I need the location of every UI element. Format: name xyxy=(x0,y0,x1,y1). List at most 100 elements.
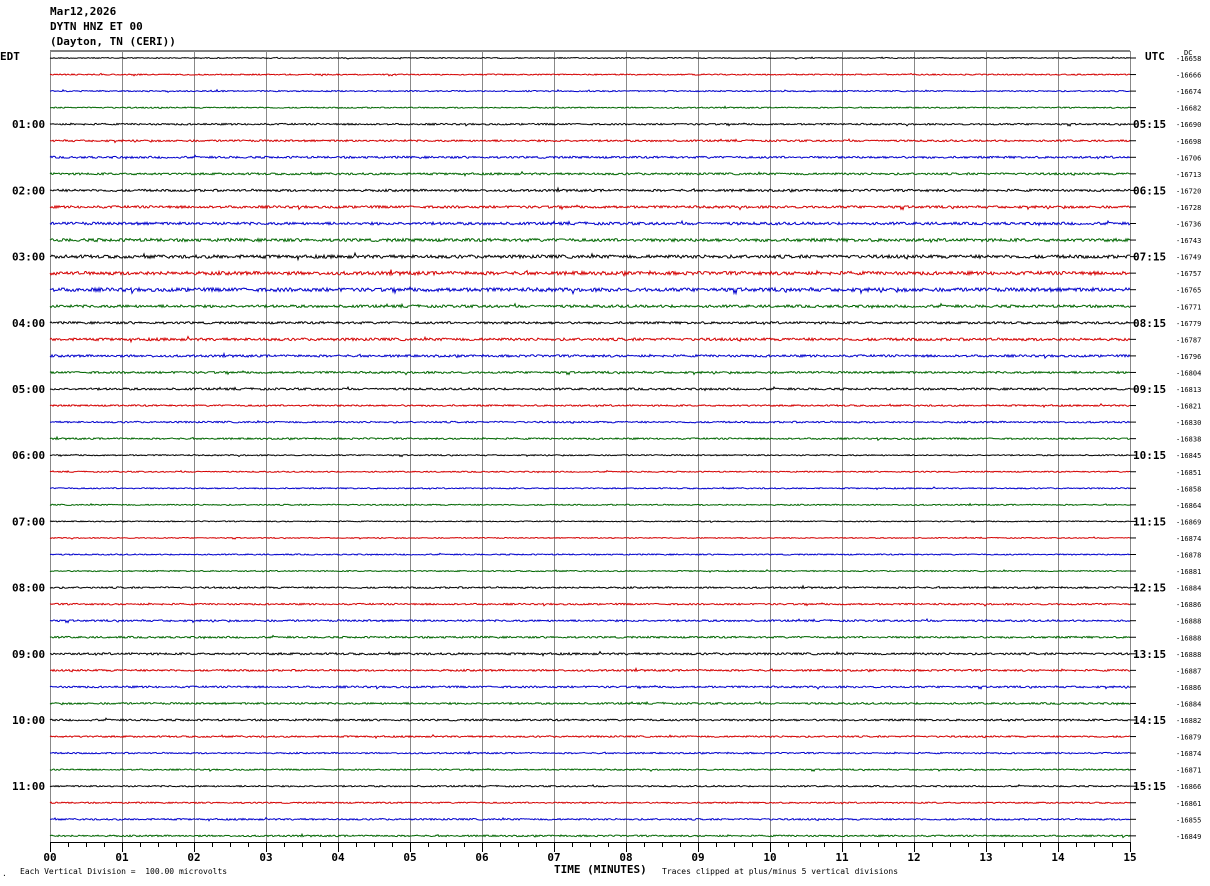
trace-dc-label: -16674 xyxy=(1176,88,1201,96)
trace-dc-label: -16813 xyxy=(1176,386,1201,394)
trace-dc-label: -16706 xyxy=(1176,154,1201,162)
trace-dc-label: -16878 xyxy=(1176,552,1201,560)
trace-dc-label: -16888 xyxy=(1176,618,1201,626)
trace-dc-label: -16787 xyxy=(1176,336,1201,344)
seismic-trace xyxy=(49,520,1131,524)
utc-hour-label: 09:15 xyxy=(1133,383,1166,396)
trace-dc-label: -16658 xyxy=(1176,55,1201,63)
trace-dc-label: -16821 xyxy=(1176,403,1201,411)
edt-hour-label: 05:00 xyxy=(12,383,45,396)
trace-dc-label: -16855 xyxy=(1176,816,1201,824)
seismic-trace xyxy=(49,370,1131,376)
trace-dc-label: -16882 xyxy=(1176,717,1201,725)
seismic-trace xyxy=(49,602,1131,607)
seismic-trace xyxy=(49,285,1131,296)
utc-hour-label: 07:15 xyxy=(1133,251,1166,264)
trace-dc-label: -16682 xyxy=(1176,105,1201,113)
trace-dc-label: -16845 xyxy=(1176,452,1201,460)
seismic-trace xyxy=(50,486,1131,491)
seismic-trace xyxy=(49,154,1131,160)
utc-hour-label: 12:15 xyxy=(1133,582,1166,595)
seismic-trace xyxy=(49,552,1131,557)
seismic-trace xyxy=(49,319,1131,326)
x-tick-label: 04 xyxy=(331,851,345,864)
trace-dc-label: -16796 xyxy=(1176,353,1201,361)
trace-dc-label: -16698 xyxy=(1176,138,1201,146)
edt-hour-label: 10:00 xyxy=(12,714,45,727)
trace-dc-label: -16757 xyxy=(1176,270,1201,278)
clip-note: Traces clipped at plus/minus 5 vertical … xyxy=(662,867,899,876)
trace-dc-label: -16887 xyxy=(1176,667,1201,675)
seismic-trace xyxy=(49,170,1131,177)
edt-hour-label: 01:00 xyxy=(12,118,45,131)
seismic-trace xyxy=(49,269,1131,278)
seismic-trace xyxy=(49,419,1131,424)
trace-dc-label: -16864 xyxy=(1176,502,1201,510)
trace-dc-label: -16728 xyxy=(1176,204,1201,212)
trace-dc-label: -16779 xyxy=(1176,320,1201,328)
seismic-trace xyxy=(49,351,1131,360)
utc-hour-label: 15:15 xyxy=(1133,780,1166,793)
seismic-trace xyxy=(49,385,1131,392)
trace-dc-label: -16866 xyxy=(1176,783,1201,791)
edt-hour-label: 02:00 xyxy=(12,184,45,197)
x-tick-label: 15 xyxy=(1123,851,1136,864)
trace-dc-label: -16858 xyxy=(1176,485,1201,493)
trace-dc-label: -16879 xyxy=(1176,734,1201,742)
trace-dc-label: -16886 xyxy=(1176,601,1201,609)
seismic-trace xyxy=(49,72,1131,77)
seismic-trace xyxy=(49,453,1131,458)
trace-dc-label: -16888 xyxy=(1176,651,1201,659)
utc-hour-label: 08:15 xyxy=(1133,317,1166,330)
trace-dc-label: -16886 xyxy=(1176,684,1201,692)
x-tick-label: 11 xyxy=(835,851,849,864)
trace-dc-label: -16771 xyxy=(1176,303,1201,311)
edt-hour-label: 11:00 xyxy=(12,780,45,793)
utc-hour-label: 14:15 xyxy=(1133,714,1166,727)
seismic-trace xyxy=(49,237,1131,244)
trace-dc-label: -16881 xyxy=(1176,568,1201,576)
x-tick-label: 10 xyxy=(763,851,776,864)
edt-hour-label: 06:00 xyxy=(12,449,45,462)
x-axis-title: TIME (MINUTES) xyxy=(554,863,647,876)
x-tick-label: 13 xyxy=(979,851,992,864)
seismic-trace xyxy=(49,650,1131,657)
seismic-trace xyxy=(49,402,1131,409)
seismic-trace xyxy=(49,302,1131,310)
seismic-trace xyxy=(49,768,1131,772)
trace-dc-label: -16869 xyxy=(1176,518,1201,526)
seismic-trace xyxy=(49,204,1131,211)
trace-dc-label: -16830 xyxy=(1176,419,1201,427)
seismic-trace xyxy=(49,832,1131,839)
x-tick-label: 00 xyxy=(43,851,56,864)
x-tick-label: 06 xyxy=(475,851,489,864)
x-tick-label: 12 xyxy=(907,851,920,864)
trace-dc-label: -16888 xyxy=(1176,634,1201,642)
seismic-trace xyxy=(49,88,1131,94)
seismic-trace xyxy=(49,801,1131,805)
trace-dc-label: -16720 xyxy=(1176,187,1201,195)
utc-hour-label: 06:15 xyxy=(1133,184,1166,197)
seismic-trace xyxy=(50,105,1131,110)
scale-note: Each Vertical Division = 100.00 microvol… xyxy=(20,867,228,876)
seismic-trace xyxy=(49,138,1131,144)
trace-dc-label: -16849 xyxy=(1176,833,1201,841)
x-tick-label: 05 xyxy=(403,851,416,864)
trace-dc-label: -16736 xyxy=(1176,221,1201,229)
utc-hour-label: 05:15 xyxy=(1133,118,1166,131)
x-tick-label: 02 xyxy=(187,851,200,864)
seismic-trace xyxy=(49,186,1131,193)
edt-hour-label: 08:00 xyxy=(12,582,45,595)
seismic-trace xyxy=(49,122,1131,127)
edt-hour-label: 07:00 xyxy=(12,515,45,528)
utc-hour-label: 11:15 xyxy=(1133,515,1166,528)
trace-dc-label: -16874 xyxy=(1176,535,1201,543)
trace-dc-label: -16874 xyxy=(1176,750,1201,758)
seismic-trace xyxy=(49,816,1131,822)
corner-mark: . xyxy=(2,869,7,878)
seismic-trace xyxy=(49,733,1131,740)
seismic-trace xyxy=(49,56,1131,60)
trace-dc-label: -16765 xyxy=(1176,287,1201,295)
seismic-trace xyxy=(49,536,1131,540)
trace-dc-label: -16666 xyxy=(1176,72,1201,80)
